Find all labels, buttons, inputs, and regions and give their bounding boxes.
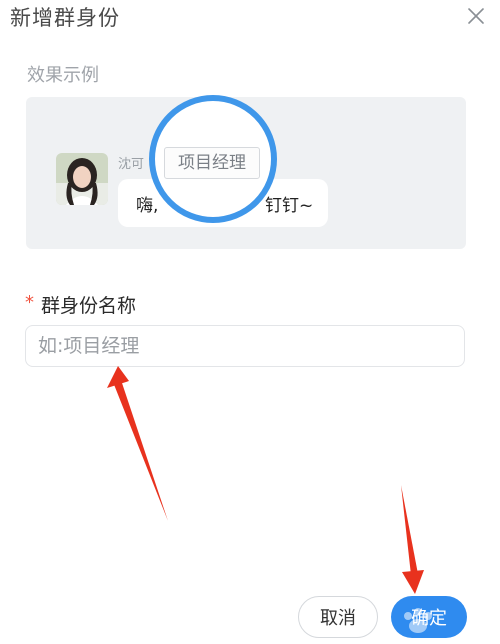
arrow-to-confirm [401,485,424,594]
dialog-title: 新增群身份 [10,6,120,30]
cancel-button[interactable]: 取消 [298,596,378,638]
close-icon [468,8,484,24]
group-role-name-label: 群身份名称 [41,295,137,317]
sender-name: 沈可 [118,157,145,172]
group-role-name-input[interactable] [25,325,465,367]
close-button[interactable] [462,2,490,30]
role-tag: 项目经理 [164,147,260,179]
magnifier-highlight: 项目经理 [149,95,277,223]
message-text-end: 钉钉~ [265,196,314,216]
avatar-photo [56,153,108,205]
required-mark: * [25,292,34,313]
confirm-button[interactable]: 确定 [391,596,467,638]
message-text-start: 嗨, [136,196,159,216]
arrow-to-input [107,366,168,521]
avatar [56,153,108,205]
preview-section-label: 效果示例 [27,65,99,86]
